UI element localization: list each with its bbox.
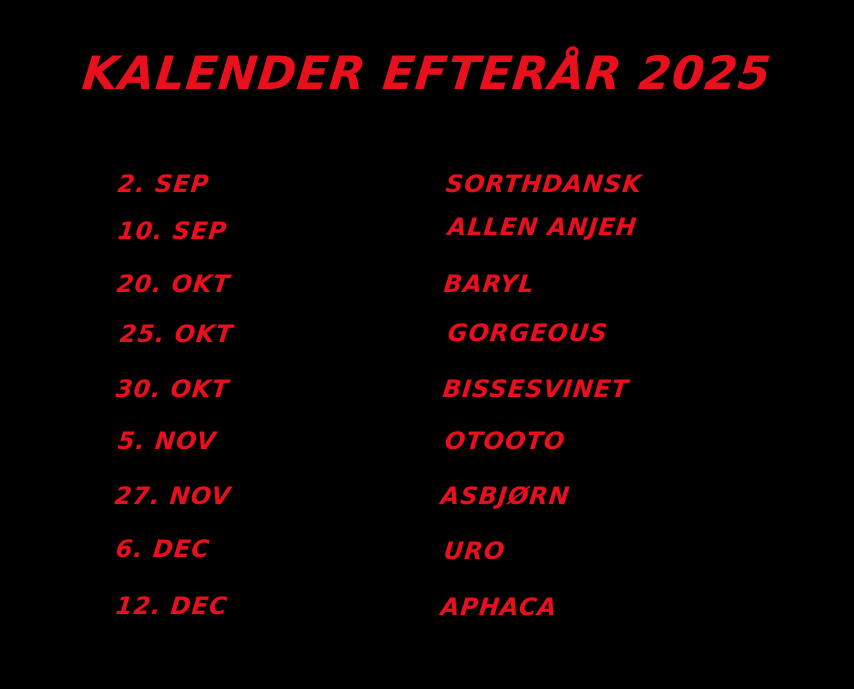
event-artist: BISSESVINET [441, 375, 631, 403]
event-date: 27. NOV [113, 482, 233, 510]
event-artist: SORTHDANSK [444, 170, 644, 198]
event-date: 12. DEC [114, 592, 230, 620]
event-date: 25. OKT [118, 320, 235, 348]
calendar-title: KALENDER EFTERÅR 2025 [79, 46, 775, 100]
event-date: 10. SEP [116, 217, 229, 245]
event-artist: URO [442, 537, 507, 565]
event-date: 2. SEP [116, 170, 211, 198]
event-date: 5. NOV [116, 427, 218, 455]
event-artist: ASBJØRN [439, 482, 572, 510]
event-artist: ALLEN ANJEH [446, 213, 639, 241]
event-artist: GORGEOUS [446, 319, 610, 347]
event-date: 6. DEC [114, 535, 212, 563]
event-artist: OTOOTO [443, 427, 567, 455]
event-date: 20. OKT [115, 270, 232, 298]
event-artist: BARYL [442, 270, 537, 298]
event-date: 30. OKT [114, 375, 231, 403]
event-artist: APHACA [439, 593, 559, 621]
